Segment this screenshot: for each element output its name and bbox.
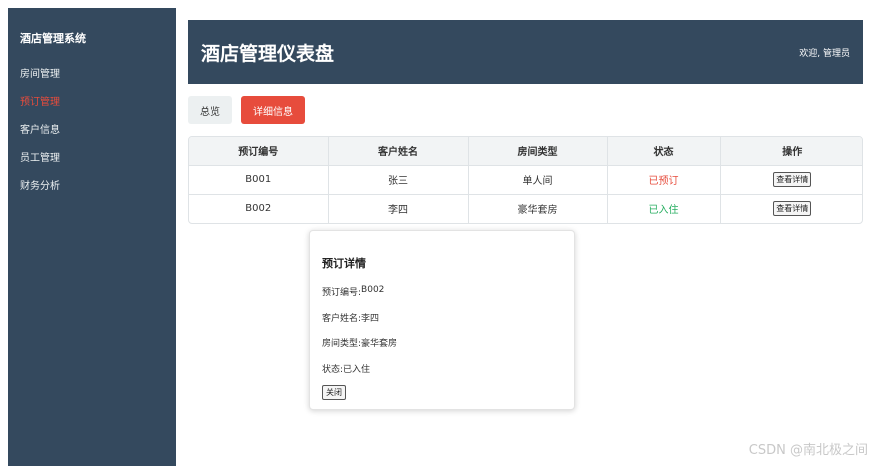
sidebar-title: 酒店管理系统 xyxy=(20,32,86,45)
detail-row-booking-id: 预订编号: B002 xyxy=(322,285,562,311)
detail-value: 已入住 xyxy=(343,364,371,375)
page-header: 酒店管理仪表盘 欢迎, 管理员 xyxy=(188,20,863,84)
status-cell: 已入住 xyxy=(607,194,721,223)
table-row: B002 李四 豪华套房 已入住 查看详情 xyxy=(189,194,862,223)
view-details-button[interactable]: 查看详情 xyxy=(773,201,812,217)
detail-row-customer-name: 客户姓名: 李四 xyxy=(322,311,562,337)
column-header: 操作 xyxy=(720,137,862,166)
detail-row-room-type: 房间类型: 豪华套房 xyxy=(322,336,562,362)
detail-row-status: 状态: 已入住 xyxy=(322,362,562,388)
sidebar-item-customers[interactable]: 客户信息 xyxy=(20,124,164,152)
tab-detail[interactable]: 详细信息 xyxy=(241,96,305,124)
room-type-cell: 单人间 xyxy=(468,165,608,195)
watermark: CSDN @南北极之间 xyxy=(748,443,868,458)
detail-label: 房间类型: xyxy=(322,339,362,349)
booking-id-cell: B002 xyxy=(189,194,329,223)
tab-overview[interactable]: 总览 xyxy=(188,96,232,124)
action-cell: 查看详情 xyxy=(720,165,862,195)
tab-bar: 总览 详细信息 xyxy=(188,96,305,124)
room-type-cell: 豪华套房 xyxy=(468,194,608,223)
sidebar-item-staff[interactable]: 员工管理 xyxy=(20,152,164,180)
column-header: 状态 xyxy=(607,137,721,166)
modal-title: 预订详情 xyxy=(322,257,366,270)
booking-id-cell: B001 xyxy=(189,165,329,195)
column-header: 房间类型 xyxy=(468,137,608,166)
customer-name-cell: 李四 xyxy=(328,194,469,223)
view-details-button[interactable]: 查看详情 xyxy=(773,172,812,187)
detail-value: B002 xyxy=(361,285,385,295)
detail-label: 状态: xyxy=(322,364,344,375)
detail-label: 客户姓名: xyxy=(322,313,362,324)
booking-details-modal: 预订详情 预订编号: B002 客户姓名: 李四 房间类型: 豪华套房 状态: … xyxy=(309,230,575,410)
detail-value: 豪华套房 xyxy=(361,339,398,349)
action-cell: 查看详情 xyxy=(720,194,862,223)
sidebar-item-bookings[interactable]: 预订管理 xyxy=(20,96,164,124)
sidebar-item-finance[interactable]: 财务分析 xyxy=(20,180,164,208)
page-title: 酒店管理仪表盘 xyxy=(201,42,335,65)
bookings-table: 预订编号 客户姓名 房间类型 状态 操作 B001 张三 单人间 已预订 查看详… xyxy=(188,136,863,224)
table-header-row: 预订编号 客户姓名 房间类型 状态 操作 xyxy=(189,137,862,166)
detail-value: 李四 xyxy=(361,313,380,324)
sidebar: 酒店管理系统 房间管理 预订管理 客户信息 员工管理 财务分析 xyxy=(8,8,176,466)
customer-name-cell: 张三 xyxy=(328,165,469,195)
table-row: B001 张三 单人间 已预订 查看详情 xyxy=(189,165,862,195)
column-header: 客户姓名 xyxy=(328,137,469,166)
close-button[interactable]: 关闭 xyxy=(322,385,346,400)
welcome-text: 欢迎, 管理员 xyxy=(799,48,850,59)
detail-label: 预订编号: xyxy=(322,288,362,298)
status-cell: 已预订 xyxy=(607,165,721,195)
sidebar-item-rooms[interactable]: 房间管理 xyxy=(20,68,164,96)
column-header: 预订编号 xyxy=(189,137,329,166)
